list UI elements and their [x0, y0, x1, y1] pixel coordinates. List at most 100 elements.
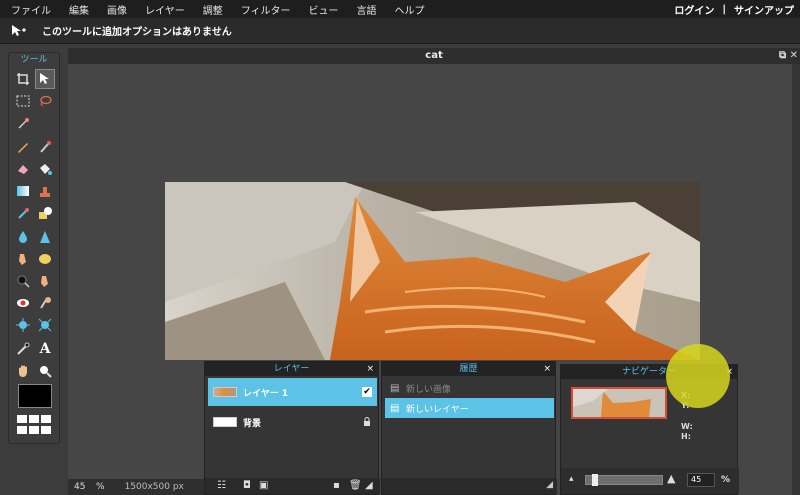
history-item[interactable]: ▤ 新しいレイヤー: [385, 398, 554, 418]
gradient-tool-icon[interactable]: [13, 181, 33, 201]
grid-view-icon[interactable]: [17, 415, 53, 435]
account-separator: |: [722, 3, 726, 15]
history-item[interactable]: ▤ 新しい画像: [385, 378, 554, 398]
delete-layer-icon[interactable]: 🗑: [349, 480, 362, 491]
eraser-tool-icon[interactable]: [13, 159, 33, 179]
layer-name: 背景: [243, 418, 262, 429]
dodge-tool-icon[interactable]: [13, 271, 33, 291]
options-bar: このツールに追加オプションはありません: [0, 18, 800, 44]
smudge-tool-icon[interactable]: [13, 249, 33, 269]
history-panel: 履歴 × ▤ 新しい画像 ▤ 新しいレイヤー ◢: [381, 361, 557, 495]
layer-thumbnail: [213, 387, 237, 397]
window-controls-icon[interactable]: ⧉ ✕: [779, 48, 798, 64]
history-panel-header: 履歴 ×: [382, 362, 555, 376]
tools-panel: ツール A: [8, 52, 60, 444]
login-link[interactable]: ログイン: [674, 2, 714, 17]
menu-language[interactable]: 言語: [348, 2, 386, 17]
layer-name: レイヤー 1: [243, 388, 289, 399]
navigator-preview[interactable]: [571, 387, 667, 419]
layer-item[interactable]: レイヤー 1 ✔: [208, 378, 377, 406]
layer-style-icon[interactable]: ▣: [259, 480, 268, 491]
bloat-tool-icon[interactable]: [13, 315, 33, 335]
menu-help[interactable]: ヘルプ: [386, 2, 434, 17]
lock-icon: [363, 416, 371, 428]
zoom-slider-handle[interactable]: [592, 474, 598, 486]
menu-image[interactable]: 画像: [98, 2, 136, 17]
tools-title: ツール: [20, 55, 48, 65]
menu-view[interactable]: ビュー: [300, 2, 348, 17]
fill-bucket-icon[interactable]: [35, 159, 55, 179]
height-label: H:: [681, 432, 691, 441]
image-canvas[interactable]: [165, 182, 700, 360]
layers-panel: レイヤー × レイヤー 1 ✔ 背景 ☷ ◘ ▣ ▪ 🗑 ◢: [204, 361, 380, 495]
menu-adjust[interactable]: 調整: [194, 2, 232, 17]
move-tool-icon: [8, 21, 30, 41]
menu-file[interactable]: ファイル: [0, 2, 60, 17]
sharpen-tool-icon[interactable]: [35, 227, 55, 247]
marquee-tool-icon[interactable]: [13, 91, 33, 111]
resize-grip-icon[interactable]: ◢: [365, 480, 373, 491]
history-item-label: 新しいレイヤー: [406, 404, 469, 415]
close-icon[interactable]: ×: [366, 362, 374, 376]
layers-toolbar: ☷ ◘ ▣ ▪ 🗑 ◢: [205, 478, 380, 494]
new-layer-icon[interactable]: ▪: [333, 480, 340, 491]
zoom-tool-icon[interactable]: [35, 361, 55, 381]
color-replace-icon[interactable]: [13, 203, 33, 223]
layers-panel-title: レイヤー: [273, 364, 310, 374]
navigator-zoom-unit: %: [721, 475, 731, 485]
menu-filter[interactable]: フィルター: [232, 2, 300, 17]
cursor-highlight: [666, 344, 730, 408]
status-bar: 45 % 1500x500 px: [68, 479, 208, 495]
drawing-tool-icon[interactable]: [35, 203, 55, 223]
clone-stamp-icon[interactable]: [35, 181, 55, 201]
move-tool-icon[interactable]: [35, 69, 55, 89]
history-item-label: 新しい画像: [406, 384, 452, 395]
resize-grip-icon[interactable]: ◢: [546, 480, 553, 490]
layer-mask-icon[interactable]: ◘: [243, 480, 251, 491]
pencil-tool-icon[interactable]: [13, 137, 33, 157]
close-icon[interactable]: ×: [543, 362, 551, 376]
account-links: ログイン | サインアップ: [674, 2, 800, 17]
vertical-scrollbar[interactable]: [792, 64, 800, 495]
red-eye-icon[interactable]: [13, 293, 33, 313]
navigator-zoom-bar: ▴ ▲ 45 %: [561, 468, 739, 494]
history-panel-title: 履歴: [459, 364, 478, 374]
width-label: W:: [681, 422, 693, 431]
sponge-tool-icon[interactable]: [35, 249, 55, 269]
crop-tool-icon[interactable]: [13, 69, 33, 89]
navigator-zoom-input[interactable]: 45: [687, 473, 715, 487]
layer-item[interactable]: 背景: [208, 408, 377, 436]
image-dimensions: 1500x500 px: [124, 482, 184, 492]
layers-panel-header: レイヤー ×: [205, 362, 378, 376]
layer-settings-icon[interactable]: ☷: [217, 480, 226, 491]
menu-bar: ファイル 編集 画像 レイヤー 調整 フィルター ビュー 言語 ヘルプ ログイン…: [0, 0, 800, 18]
document-title-bar: cat ⧉ ✕: [68, 48, 800, 64]
layer-thumbnail: [213, 417, 237, 427]
lasso-tool-icon[interactable]: [35, 91, 55, 111]
history-toolbar: ◢: [382, 478, 557, 494]
spot-heal-icon[interactable]: [35, 293, 55, 313]
color-picker-icon[interactable]: [13, 339, 33, 359]
layer-visibility-checkbox[interactable]: ✔: [362, 387, 372, 397]
cat-photo: [165, 182, 700, 360]
hand-tool-icon[interactable]: [13, 361, 33, 381]
signup-link[interactable]: サインアップ: [734, 2, 794, 17]
blur-tool-icon[interactable]: [13, 227, 33, 247]
zoom-slider[interactable]: [585, 474, 663, 486]
text-tool-icon[interactable]: A: [35, 339, 55, 359]
menu-layer[interactable]: レイヤー: [136, 2, 194, 17]
zoom-unit: %: [96, 482, 105, 492]
history-item-icon: ▤: [390, 402, 400, 414]
color-swatch[interactable]: [18, 384, 52, 408]
zoom-value[interactable]: 45: [74, 482, 92, 492]
document-title: cat: [425, 50, 443, 61]
pinch-tool-icon[interactable]: [35, 315, 55, 335]
zoom-in-icon[interactable]: ▲: [667, 472, 675, 485]
magic-wand-icon[interactable]: [13, 113, 33, 133]
zoom-out-icon[interactable]: ▴: [569, 474, 574, 484]
options-message: このツールに追加オプションはありません: [42, 27, 232, 38]
history-item-icon: ▤: [390, 382, 400, 394]
brush-tool-icon[interactable]: [35, 137, 55, 157]
menu-edit[interactable]: 編集: [60, 2, 98, 17]
burn-tool-icon[interactable]: [35, 271, 55, 291]
